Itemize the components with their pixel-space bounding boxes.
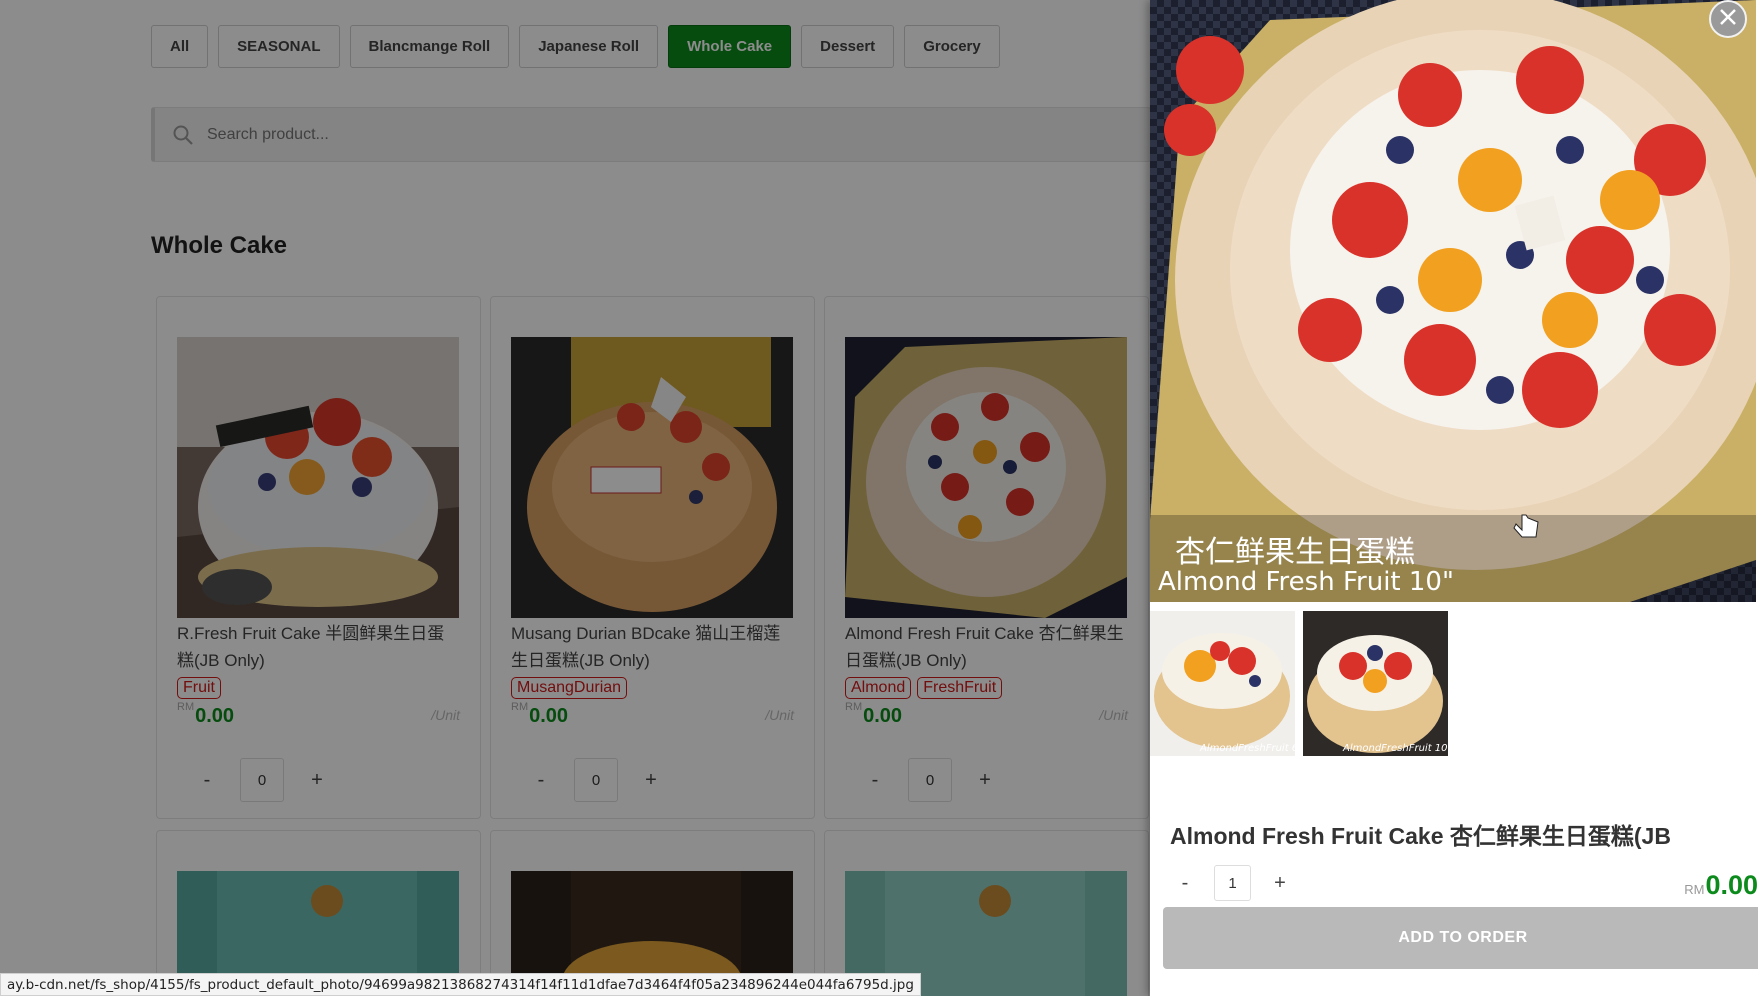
add-to-order-button[interactable]: ADD TO ORDER — [1163, 907, 1758, 969]
product-detail-panel: 杏仁鲜果生日蛋糕 Almond Fresh Fruit 10" AlmondFr… — [1150, 0, 1758, 996]
price-amount: 0.00 — [1705, 870, 1758, 900]
thumbnail-caption: AlmondFreshFruit 6" — [1199, 743, 1295, 754]
thumbnail-caption: AlmondFreshFruit 10" — [1342, 743, 1448, 754]
product-price: RM 0.00 — [1684, 866, 1758, 901]
increase-button[interactable]: + — [1265, 872, 1295, 895]
thumbnail-image[interactable]: AlmondFreshFruit 10" — [1303, 611, 1448, 756]
hero-caption-en: Almond Fresh Fruit 10" — [1158, 567, 1454, 597]
product-title: Almond Fresh Fruit Cake 杏仁鲜果生日蛋糕(JB — [1170, 823, 1671, 849]
image-thumbnails: AlmondFreshFruit 6" AlmondFreshFruit 10" — [1150, 611, 1456, 756]
product-hero-image: 杏仁鲜果生日蛋糕 Almond Fresh Fruit 10" — [1150, 0, 1756, 602]
quantity-field[interactable]: 1 — [1214, 865, 1251, 901]
hero-caption-cn: 杏仁鲜果生日蛋糕 — [1175, 535, 1415, 570]
decrease-button[interactable]: - — [1170, 872, 1200, 895]
close-button[interactable] — [1709, 0, 1747, 38]
currency-label: RM — [1684, 882, 1705, 897]
quantity-stepper: - 1 + — [1170, 865, 1295, 901]
close-icon — [1718, 7, 1738, 32]
thumbnail-image[interactable]: AlmondFreshFruit 6" — [1150, 611, 1295, 756]
modal-overlay[interactable] — [0, 0, 1150, 996]
status-bar-url: ay.b-cdn.net/fs_shop/4155/fs_product_def… — [0, 973, 921, 996]
